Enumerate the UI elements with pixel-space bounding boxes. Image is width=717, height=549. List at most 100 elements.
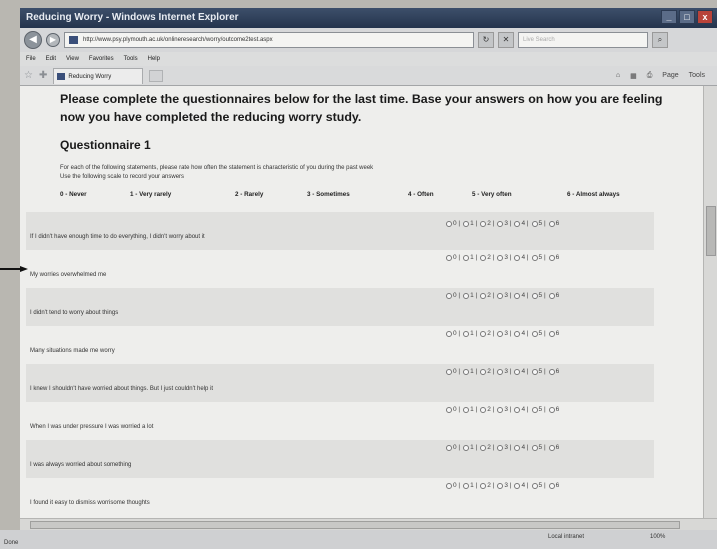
radio-button[interactable] bbox=[463, 368, 470, 375]
rating-option[interactable]: 4 | bbox=[514, 292, 529, 299]
vertical-scroll-thumb[interactable] bbox=[706, 206, 716, 256]
rating-option[interactable]: 3 | bbox=[497, 330, 511, 337]
rating-option[interactable]: 6 bbox=[548, 406, 559, 413]
radio-button[interactable] bbox=[480, 220, 487, 227]
radio-button[interactable] bbox=[548, 254, 555, 261]
radio-button[interactable] bbox=[514, 330, 521, 337]
radio-button[interactable] bbox=[463, 254, 470, 261]
rating-option[interactable]: 4 | bbox=[514, 254, 529, 261]
horizontal-scrollbar[interactable] bbox=[20, 518, 717, 530]
menu-tools[interactable]: Tools bbox=[124, 56, 138, 66]
radio-button[interactable] bbox=[480, 330, 487, 337]
rating-option[interactable]: 6 bbox=[548, 482, 559, 489]
search-input[interactable]: Live Search bbox=[518, 32, 648, 48]
horizontal-scroll-thumb[interactable] bbox=[30, 521, 680, 529]
radio-button[interactable] bbox=[514, 292, 521, 299]
radio-button[interactable] bbox=[531, 406, 538, 413]
rating-option[interactable]: 2 | bbox=[480, 220, 494, 227]
radio-button[interactable] bbox=[480, 406, 487, 413]
radio-button[interactable] bbox=[463, 330, 470, 337]
radio-button[interactable] bbox=[446, 406, 452, 413]
radio-button[interactable] bbox=[531, 444, 538, 451]
radio-button[interactable] bbox=[463, 292, 470, 299]
radio-button[interactable] bbox=[514, 444, 521, 451]
address-bar[interactable]: http://www.psy.plymouth.ac.uk/onlinerese… bbox=[64, 32, 474, 48]
maximize-button[interactable]: □ bbox=[679, 10, 695, 24]
rating-option[interactable]: 0 | bbox=[446, 406, 460, 413]
rating-option[interactable]: 2 | bbox=[480, 444, 494, 451]
rating-option[interactable]: 1 | bbox=[463, 330, 477, 337]
rating-option[interactable]: 3 | bbox=[497, 482, 511, 489]
radio-button[interactable] bbox=[446, 254, 452, 261]
rating-option[interactable]: 5 | bbox=[531, 482, 546, 489]
radio-button[interactable] bbox=[548, 220, 555, 227]
close-button[interactable]: x bbox=[697, 10, 713, 24]
rating-option[interactable]: 3 | bbox=[497, 254, 511, 261]
radio-button[interactable] bbox=[531, 368, 538, 375]
menu-view[interactable]: View bbox=[66, 56, 79, 66]
rating-option[interactable]: 5 | bbox=[531, 220, 546, 227]
radio-button[interactable] bbox=[514, 406, 521, 413]
rating-option[interactable]: 6 bbox=[548, 368, 559, 375]
page-menu[interactable]: Page bbox=[662, 72, 678, 80]
rating-option[interactable]: 1 | bbox=[463, 220, 477, 227]
rating-option[interactable]: 1 | bbox=[463, 254, 477, 261]
rating-option[interactable]: 2 | bbox=[480, 330, 494, 337]
menu-file[interactable]: File bbox=[26, 56, 36, 66]
radio-button[interactable] bbox=[480, 482, 487, 489]
radio-button[interactable] bbox=[497, 406, 504, 413]
rating-option[interactable]: 1 | bbox=[463, 368, 477, 375]
refresh-icon[interactable]: ↻ bbox=[478, 32, 494, 48]
rating-option[interactable]: 4 | bbox=[514, 406, 529, 413]
radio-button[interactable] bbox=[531, 330, 538, 337]
tab-reducing-worry[interactable]: Reducing Worry bbox=[53, 67, 144, 84]
search-icon[interactable]: ⌕ bbox=[652, 32, 668, 48]
rating-option[interactable]: 5 | bbox=[531, 368, 546, 375]
radio-button[interactable] bbox=[548, 330, 555, 337]
radio-button[interactable] bbox=[463, 444, 470, 451]
radio-button[interactable] bbox=[514, 254, 521, 261]
tools-menu[interactable]: Tools bbox=[689, 72, 705, 80]
rating-option[interactable]: 0 | bbox=[446, 482, 460, 489]
rating-option[interactable]: 3 | bbox=[497, 444, 511, 451]
radio-button[interactable] bbox=[463, 482, 470, 489]
feeds-icon[interactable]: ▦ bbox=[630, 72, 637, 80]
home-icon[interactable]: ⌂ bbox=[616, 72, 620, 80]
menu-favorites[interactable]: Favorites bbox=[89, 56, 114, 66]
rating-option[interactable]: 3 | bbox=[497, 406, 511, 413]
radio-button[interactable] bbox=[548, 482, 555, 489]
rating-option[interactable]: 6 bbox=[548, 330, 559, 337]
radio-button[interactable] bbox=[531, 482, 538, 489]
stop-icon[interactable]: ✕ bbox=[498, 32, 514, 48]
rating-option[interactable]: 3 | bbox=[497, 292, 511, 299]
favorites-star-icon[interactable]: ☆ bbox=[24, 70, 33, 81]
menu-edit[interactable]: Edit bbox=[46, 56, 56, 66]
radio-button[interactable] bbox=[497, 254, 504, 261]
radio-button[interactable] bbox=[446, 330, 452, 337]
menu-help[interactable]: Help bbox=[148, 56, 160, 66]
rating-option[interactable]: 4 | bbox=[514, 330, 529, 337]
radio-button[interactable] bbox=[446, 292, 452, 299]
rating-option[interactable]: 1 | bbox=[463, 482, 477, 489]
rating-option[interactable]: 5 | bbox=[531, 406, 546, 413]
radio-button[interactable] bbox=[497, 292, 504, 299]
radio-button[interactable] bbox=[548, 292, 555, 299]
rating-option[interactable]: 2 | bbox=[480, 254, 494, 261]
radio-button[interactable] bbox=[480, 444, 487, 451]
radio-button[interactable] bbox=[531, 292, 538, 299]
rating-option[interactable]: 5 | bbox=[531, 330, 546, 337]
zoom-level[interactable]: 100% bbox=[650, 534, 665, 540]
radio-button[interactable] bbox=[531, 254, 538, 261]
radio-button[interactable] bbox=[497, 482, 504, 489]
radio-button[interactable] bbox=[480, 254, 487, 261]
minimize-button[interactable]: _ bbox=[661, 10, 677, 24]
radio-button[interactable] bbox=[446, 368, 452, 375]
radio-button[interactable] bbox=[531, 220, 538, 227]
forward-button[interactable]: ▶ bbox=[46, 33, 60, 47]
add-favorites-icon[interactable]: ✚ bbox=[39, 70, 47, 81]
vertical-scrollbar[interactable] bbox=[703, 86, 717, 518]
radio-button[interactable] bbox=[446, 444, 452, 451]
radio-button[interactable] bbox=[548, 406, 555, 413]
radio-button[interactable] bbox=[446, 220, 452, 227]
rating-option[interactable]: 1 | bbox=[463, 292, 477, 299]
